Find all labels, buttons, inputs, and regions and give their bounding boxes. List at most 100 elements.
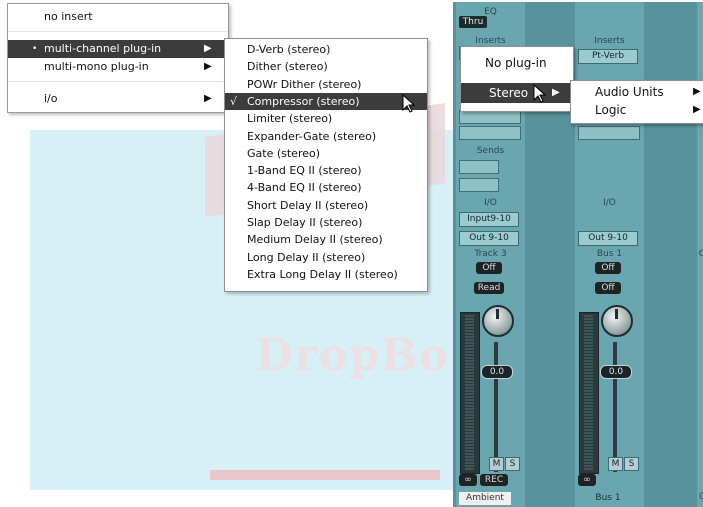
io-label: I/O [484,198,497,208]
track-name-label: Track 3 [474,249,507,259]
menu-item-label: i/o [44,92,58,105]
menu-item-label: Stereo [489,86,529,100]
selected-bullet-icon: • [32,44,38,54]
plugin-item-label: Compressor (stereo) [247,94,360,108]
insert-popup-menu: No plug-in Stereo ▶ [460,46,574,112]
fader-track [613,342,617,472]
strip-name[interactable]: Ambient [459,492,511,505]
plugin-item-label: 1-Band EQ II (stereo) [247,164,362,178]
automation-off-button-2[interactable]: Off [595,282,621,294]
automation-read-button[interactable]: Read [474,282,504,294]
plugin-item-selected[interactable]: √ Compressor (stereo) [225,92,427,111]
plugin-item-label: Expander-Gate (stereo) [247,129,377,143]
volume-fader[interactable]: 0.0 [600,365,632,379]
watermark-bar [210,470,440,480]
plugin-item[interactable]: Extra Long Delay II (stereo) [225,266,427,283]
menu-item-label: no insert [44,10,93,23]
plugin-item-label: Long Delay II (stereo) [247,250,366,264]
stereo-link-icon[interactable]: ∞ [578,474,596,486]
automation-off-button[interactable]: Off [476,262,502,274]
mixer-strip-partial: C 0 [697,2,703,507]
insert-slot[interactable] [578,126,640,140]
record-button[interactable]: REC [480,474,508,486]
level-meter [460,312,480,474]
output-selector[interactable]: Out 9-10 [459,231,519,246]
plugin-item-label: POWr Dither (stereo) [247,77,362,91]
plugin-item-label: Short Delay II (stereo) [247,198,369,212]
input-selector[interactable]: Input9-10 [459,212,519,227]
inserts-label: Inserts [475,36,506,46]
submenu-arrow-icon: ▶ [552,87,560,98]
plugin-item-label: Extra Long Delay II (stereo) [247,267,398,281]
track-name-label: C [698,249,703,259]
submenu-arrow-icon: ▶ [693,104,701,115]
menu-item-stereo[interactable]: Stereo ▶ [461,83,573,103]
menu-item-label: multi-channel plug-in [44,42,162,55]
plugin-item-label: Limiter (stereo) [247,112,333,126]
mute-button[interactable]: M [608,457,623,471]
insert-plugin-slot[interactable]: Pt-Verb [578,49,638,64]
solo-button[interactable]: S [505,457,520,471]
menu-item-multi-mono-plug-in[interactable]: multi-mono plug-in ▶ [8,58,228,76]
plugin-item[interactable]: Short Delay II (stereo) [225,197,427,214]
menu-item-logic[interactable]: Logic [595,103,626,117]
thru-button[interactable]: Thru [459,16,487,28]
plugin-item[interactable]: Medium Delay II (stereo) [225,231,427,248]
plugin-item-label: 4-Band EQ II (stereo) [247,181,362,195]
insert-slot[interactable] [459,126,521,140]
menu-item-no-plugin[interactable]: No plug-in [485,56,547,70]
submenu-arrow-icon: ▶ [204,93,212,104]
send-slot[interactable] [459,178,499,192]
mute-button[interactable]: M [489,457,504,471]
menu-item-label: multi-mono plug-in [44,60,149,73]
inserts-label: Inserts [594,36,625,46]
output-selector[interactable]: Out 9-10 [578,231,638,246]
plugin-item[interactable]: Slap Delay II (stereo) [225,214,427,231]
io-label: I/O [603,198,616,208]
stereo-submenu: Audio Units ▶ Logic ▶ [570,80,703,124]
submenu-arrow-icon: ▶ [693,86,701,97]
solo-button[interactable]: S [624,457,639,471]
menu-item-no-insert[interactable]: no insert [8,8,228,26]
insert-slot[interactable] [459,110,521,124]
send-slot[interactable] [459,160,499,174]
track-name-label: Bus 1 [596,249,623,259]
sends-label: Sends [476,146,505,156]
plugin-item[interactable]: Long Delay II (stereo) [225,249,427,266]
plugin-item[interactable]: D-Verb (stereo) [225,41,427,58]
plugin-item[interactable]: Limiter (stereo) [225,110,427,127]
submenu-arrow-icon: ▶ [204,61,212,72]
plugin-item[interactable]: Expander-Gate (stereo) [225,128,427,145]
submenu-arrow-icon: ▶ [204,43,212,54]
menu-separator [8,81,228,82]
menu-item-multi-channel-plug-in[interactable]: • multi-channel plug-in ▶ [8,40,228,58]
menu-item-audio-units[interactable]: Audio Units [595,85,664,99]
plugin-item[interactable]: 1-Band EQ II (stereo) [225,162,427,179]
automation-off-button[interactable]: Off [595,262,621,274]
strip-name[interactable]: Bus 1 [578,492,638,505]
level-meter [579,312,599,474]
plugin-item[interactable]: Dither (stereo) [225,58,427,75]
checkmark-icon: √ [230,94,238,108]
plugin-submenu: D-Verb (stereo) Dither (stereo) POWr Dit… [224,38,428,292]
pan-knob[interactable] [601,305,633,337]
plugin-item-label: Dither (stereo) [247,60,328,74]
mixer-strip-bus1: Inserts Pt-Verb I/O Out 9-10 Bus 1 Off O… [575,2,644,507]
fader-track [494,342,498,472]
mouse-pointer-icon [533,84,547,103]
plugin-item[interactable]: 4-Band EQ II (stereo) [225,179,427,196]
stereo-link-icon[interactable]: ∞ [459,474,477,486]
plugin-item-label: Gate (stereo) [247,146,321,160]
plugin-item-label: Medium Delay II (stereo) [247,233,383,247]
watermark-text: DropBo [255,330,449,381]
mouse-pointer-icon [402,94,416,113]
plugin-item-label: Slap Delay II (stereo) [247,216,363,229]
strip-name: 0 [699,492,703,502]
menu-item-io[interactable]: i/o ▶ [8,90,228,108]
pan-knob[interactable] [482,305,514,337]
menu-separator [8,31,228,32]
plugin-item[interactable]: Gate (stereo) [225,145,427,162]
volume-fader[interactable]: 0.0 [481,365,513,379]
plugin-item[interactable]: POWr Dither (stereo) [225,76,427,93]
insert-menu: no insert • multi-channel plug-in ▶ mult… [7,3,229,113]
